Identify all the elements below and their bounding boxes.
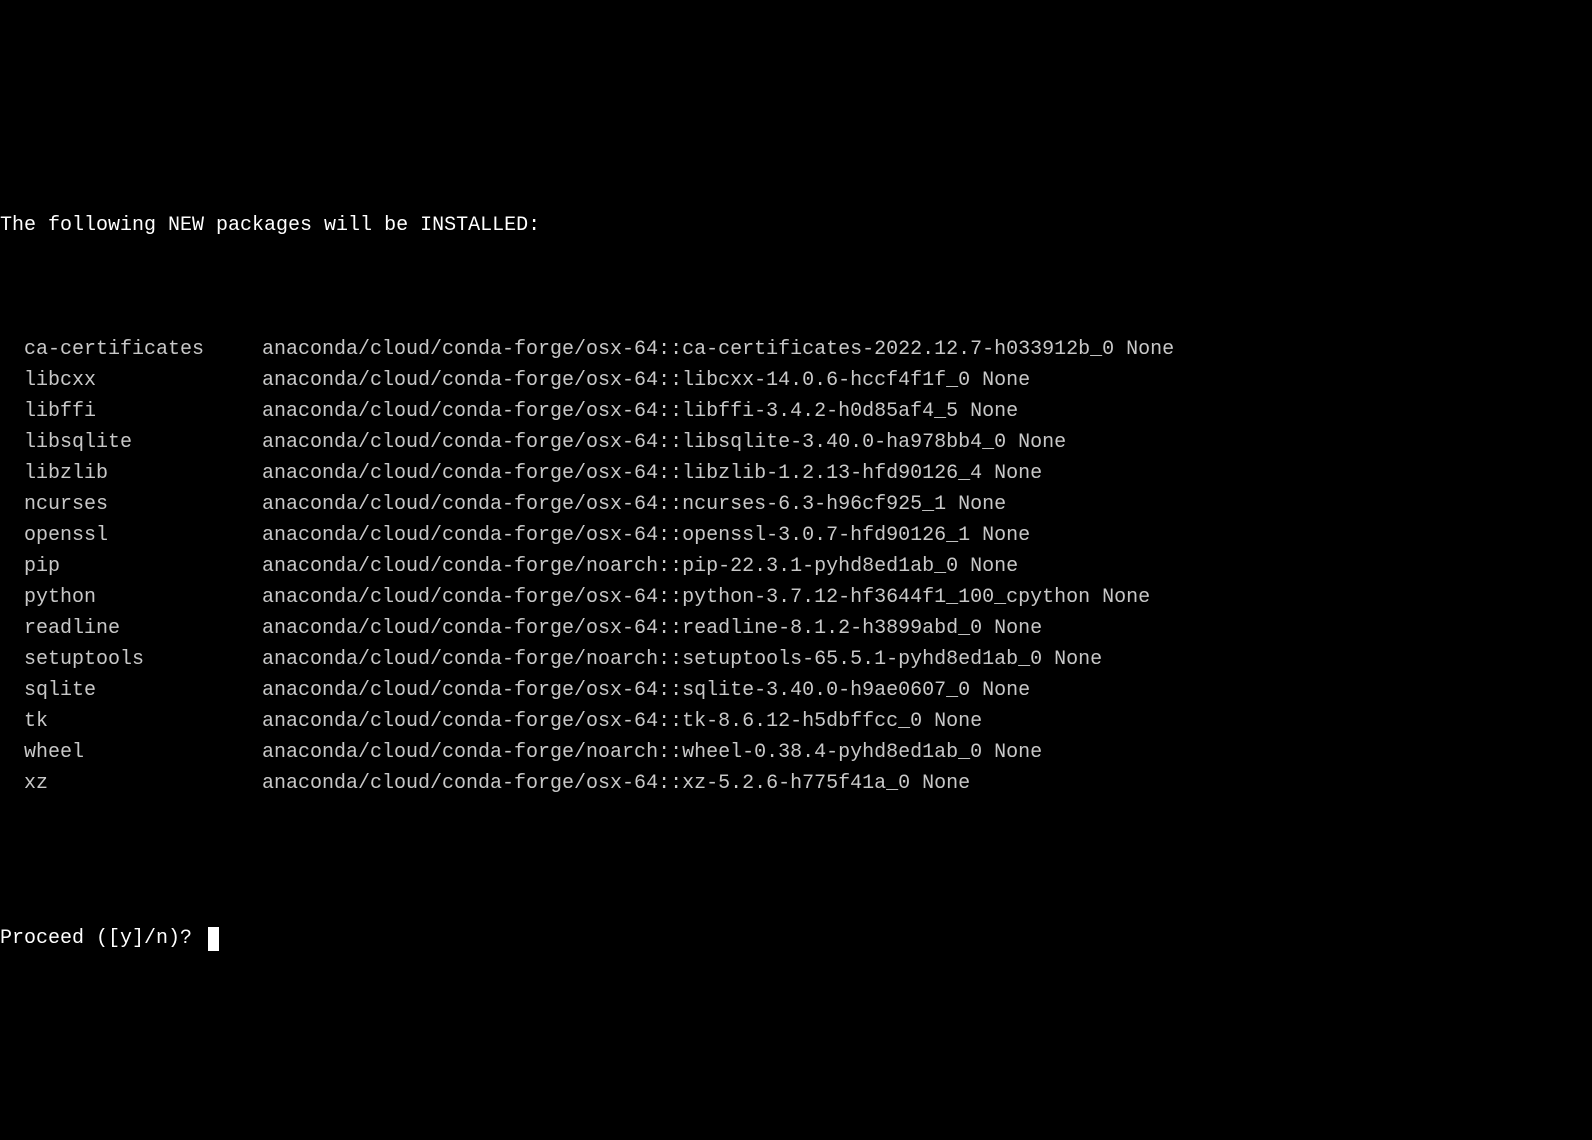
package-row: libzlibanaconda/cloud/conda-forge/osx-64…	[0, 458, 1592, 489]
package-name: libcxx	[0, 365, 262, 396]
package-row: setuptoolsanaconda/cloud/conda-forge/noa…	[0, 644, 1592, 675]
package-name: wheel	[0, 737, 262, 768]
package-row: opensslanaconda/cloud/conda-forge/osx-64…	[0, 520, 1592, 551]
install-header: The following NEW packages will be INSTA…	[0, 210, 1592, 241]
proceed-prompt[interactable]: Proceed ([y]/n)?	[0, 923, 1592, 954]
package-name: tk	[0, 706, 262, 737]
package-spec: anaconda/cloud/conda-forge/osx-64::libsq…	[262, 427, 1066, 458]
prompt-text: Proceed ([y]/n)?	[0, 923, 204, 954]
package-row: readlineanaconda/cloud/conda-forge/osx-6…	[0, 613, 1592, 644]
package-list: ca-certificatesanaconda/cloud/conda-forg…	[0, 334, 1592, 799]
package-spec: anaconda/cloud/conda-forge/osx-64::ca-ce…	[262, 334, 1174, 365]
package-spec: anaconda/cloud/conda-forge/noarch::setup…	[262, 644, 1102, 675]
package-row: libffianaconda/cloud/conda-forge/osx-64:…	[0, 396, 1592, 427]
package-spec: anaconda/cloud/conda-forge/osx-64::sqlit…	[262, 675, 1030, 706]
package-row: pythonanaconda/cloud/conda-forge/osx-64:…	[0, 582, 1592, 613]
package-spec: anaconda/cloud/conda-forge/noarch::wheel…	[262, 737, 1042, 768]
package-name: openssl	[0, 520, 262, 551]
package-name: libzlib	[0, 458, 262, 489]
cursor	[208, 927, 219, 951]
package-row: xzanaconda/cloud/conda-forge/osx-64::xz-…	[0, 768, 1592, 799]
package-name: readline	[0, 613, 262, 644]
package-spec: anaconda/cloud/conda-forge/osx-64::libff…	[262, 396, 1018, 427]
package-row: libcxxanaconda/cloud/conda-forge/osx-64:…	[0, 365, 1592, 396]
package-name: ncurses	[0, 489, 262, 520]
package-name: libsqlite	[0, 427, 262, 458]
package-spec: anaconda/cloud/conda-forge/osx-64::libzl…	[262, 458, 1042, 489]
terminal-output: The following NEW packages will be INSTA…	[0, 124, 1592, 985]
package-name: setuptools	[0, 644, 262, 675]
package-spec: anaconda/cloud/conda-forge/osx-64::libcx…	[262, 365, 1030, 396]
package-spec: anaconda/cloud/conda-forge/noarch::pip-2…	[262, 551, 1018, 582]
package-row: ca-certificatesanaconda/cloud/conda-forg…	[0, 334, 1592, 365]
package-name: pip	[0, 551, 262, 582]
package-row: pipanaconda/cloud/conda-forge/noarch::pi…	[0, 551, 1592, 582]
package-name: python	[0, 582, 262, 613]
package-spec: anaconda/cloud/conda-forge/osx-64::pytho…	[262, 582, 1150, 613]
package-spec: anaconda/cloud/conda-forge/osx-64::ncurs…	[262, 489, 1006, 520]
package-spec: anaconda/cloud/conda-forge/osx-64::xz-5.…	[262, 768, 970, 799]
package-name: sqlite	[0, 675, 262, 706]
package-row: ncursesanaconda/cloud/conda-forge/osx-64…	[0, 489, 1592, 520]
package-row: sqliteanaconda/cloud/conda-forge/osx-64:…	[0, 675, 1592, 706]
package-spec: anaconda/cloud/conda-forge/osx-64::tk-8.…	[262, 706, 982, 737]
package-spec: anaconda/cloud/conda-forge/osx-64::opens…	[262, 520, 1030, 551]
package-row: wheelanaconda/cloud/conda-forge/noarch::…	[0, 737, 1592, 768]
package-name: xz	[0, 768, 262, 799]
package-name: libffi	[0, 396, 262, 427]
package-name: ca-certificates	[0, 334, 262, 365]
package-spec: anaconda/cloud/conda-forge/osx-64::readl…	[262, 613, 1042, 644]
package-row: tkanaconda/cloud/conda-forge/osx-64::tk-…	[0, 706, 1592, 737]
package-row: libsqliteanaconda/cloud/conda-forge/osx-…	[0, 427, 1592, 458]
